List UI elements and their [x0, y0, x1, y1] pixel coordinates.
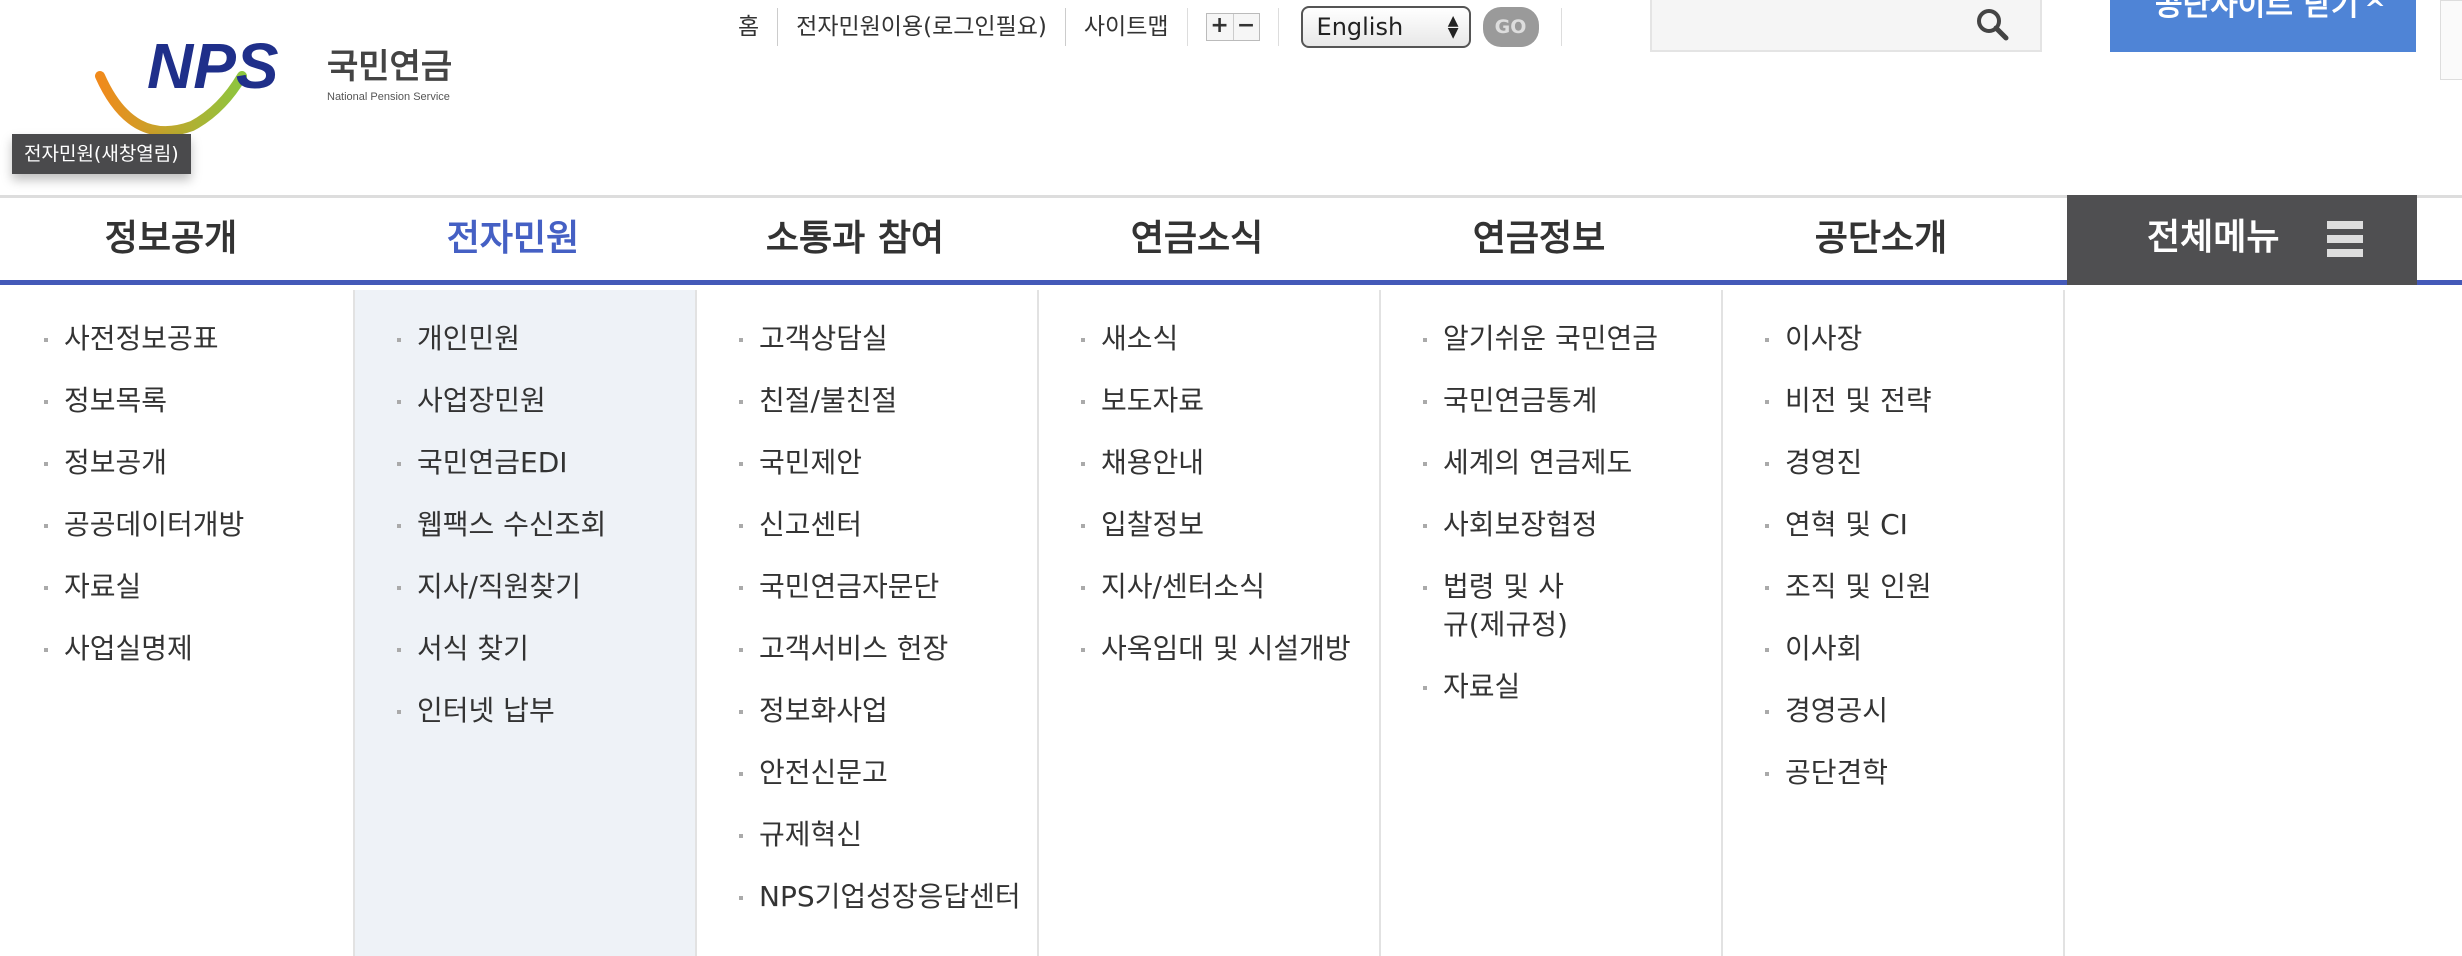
submenu-item[interactable]: 알기쉬운 국민연금	[1423, 320, 1721, 358]
submenu-item[interactable]: 사회보장협정	[1423, 506, 1721, 544]
divider	[1560, 8, 1562, 46]
caret-up-icon: ^	[2364, 0, 2386, 25]
submenu-item[interactable]: 개인민원	[397, 320, 695, 358]
submenu-item[interactable]: NPS기업성장응답센터	[739, 878, 1037, 916]
close-site-label: 공단사이트 닫기	[2155, 0, 2359, 23]
svg-text:National Pension Service: National Pension Service	[327, 91, 450, 103]
nav-item-about[interactable]: 공단소개	[1710, 198, 2052, 280]
submenu-item[interactable]: 이사회	[1765, 630, 2063, 668]
submenu-item[interactable]: 비전 및 전략	[1765, 382, 2063, 420]
submenu-item[interactable]: 세계의 연금제도	[1423, 444, 1721, 482]
nav-item-e-civil[interactable]: 전자민원	[342, 198, 684, 280]
submenu-item[interactable]: 국민연금EDI	[397, 444, 695, 482]
nav-item-news[interactable]: 연금소식	[1026, 198, 1368, 280]
submenu-item[interactable]: 국민연금자문단	[739, 568, 1037, 606]
submenu-item[interactable]: 지사/직원찾기	[397, 568, 695, 606]
submenu-item[interactable]: 정보화사업	[739, 692, 1037, 730]
zoom-in-button[interactable]: +	[1206, 14, 1233, 40]
nav-item-info-disclosure[interactable]: 정보공개	[0, 198, 342, 280]
submenu-item[interactable]: 안전신문고	[739, 754, 1037, 792]
submenu-item[interactable]: 친절/불친절	[739, 382, 1037, 420]
submenu-item[interactable]: 고객서비스 헌장	[739, 630, 1037, 668]
all-menu-button[interactable]: 전체메뉴	[2067, 195, 2417, 285]
submenu-item[interactable]: 신고센터	[739, 506, 1037, 544]
submenu-column: 개인민원사업장민원국민연금EDI 웹팩스 수신조회지사/직원찾기서식 찾기인터넷 …	[355, 290, 697, 956]
main-nav: 정보공개 전자민원 소통과 참여 연금소식 연금정보 공단소개 전체메뉴	[0, 195, 2462, 285]
submenu-item[interactable]: 조직 및 인원	[1765, 568, 2063, 606]
tooltip: 전자민원(새창열림)	[12, 134, 191, 174]
submenu-item[interactable]: 사전정보공표	[44, 320, 353, 358]
utility-links: 홈 전자민원이용(로그인필요) 사이트맵 + − English ▲ ▼ GO	[720, 6, 1562, 48]
nps-logo-image: NPS 국민연금 National Pension Service	[95, 30, 452, 137]
submenu-column: 알기쉬운 국민연금국민연금통계세계의 연금제도사회보장협정법령 및 사규(제규정…	[1381, 290, 1723, 956]
search-icon[interactable]	[1974, 6, 2010, 42]
svg-text:NPS: NPS	[147, 30, 279, 102]
submenu-item[interactable]: 입찰정보	[1081, 506, 1379, 544]
submenu-item[interactable]: 정보목록	[44, 382, 353, 420]
submenu-item[interactable]: 자료실	[1423, 668, 1721, 706]
submenu-item[interactable]: 공공데이터개방	[44, 506, 353, 544]
submenu-column: 사전정보공표정보목록정보공개공공데이터개방자료실사업실명제	[0, 290, 355, 956]
submenu-item[interactable]: 고객상담실	[739, 320, 1037, 358]
hamburger-icon	[2327, 221, 2363, 257]
submenu-item[interactable]: 사업장민원	[397, 382, 695, 420]
e-civil-link[interactable]: 전자민원이용(로그인필요)	[777, 8, 1065, 46]
submenu-item[interactable]: 새소식	[1081, 320, 1379, 358]
close-site-button[interactable]: 공단사이트 닫기 ^	[2110, 0, 2416, 52]
submenu-item[interactable]: 연혁 및 CI	[1765, 506, 2063, 544]
search-input[interactable]	[1650, 0, 2042, 52]
submenu-item[interactable]: 경영공시	[1765, 692, 2063, 730]
sitemap-link[interactable]: 사이트맵	[1064, 8, 1187, 46]
mega-menu: 사전정보공표 정보목록 정보공개 공공데이터개방 자료실 사업실명제 개인민원 사업장민원 국민…	[0, 290, 2462, 956]
submenu-item[interactable]: 웹팩스 수신조회	[397, 506, 695, 544]
language-selected: English	[1316, 13, 1404, 41]
home-link[interactable]: 홈	[720, 8, 777, 46]
submenu-item[interactable]: 채용안내	[1081, 444, 1379, 482]
submenu-column: 새소식보도자료채용안내입찰정보지사/센터소식사옥임대 및 시설개방	[1039, 290, 1381, 956]
font-zoom-controls: + −	[1205, 13, 1260, 41]
go-button[interactable]: GO	[1482, 7, 1539, 47]
submenu-item[interactable]: 인터넷 납부	[397, 692, 695, 730]
submenu-item[interactable]: 경영진	[1765, 444, 2063, 482]
svg-text:국민연금: 국민연금	[327, 47, 452, 87]
submenu-column: 이사장비전 및 전략경영진연혁 및 CI 조직 및 인원이사회경영공시공단견학	[1723, 290, 2065, 956]
submenu-item[interactable]: 서식 찾기	[397, 630, 695, 668]
divider	[1186, 8, 1188, 46]
all-menu-label: 전체메뉴	[2147, 217, 2280, 258]
submenu-item[interactable]: 국민연금통계	[1423, 382, 1721, 420]
submenu-item[interactable]: 공단견학	[1765, 754, 2063, 792]
submenu-item[interactable]: 국민제안	[739, 444, 1037, 482]
side-widget[interactable]	[2440, 0, 2462, 80]
submenu-item[interactable]: 사업실명제	[44, 630, 353, 668]
language-select[interactable]: English ▲ ▼	[1300, 6, 1471, 48]
submenu-item[interactable]: 자료실	[44, 568, 353, 606]
zoom-out-button[interactable]: −	[1232, 14, 1259, 40]
submenu-item[interactable]: 규제혁신	[739, 816, 1037, 854]
submenu-item[interactable]: 사옥임대 및 시설개방	[1081, 630, 1379, 668]
submenu-item[interactable]: 이사장	[1765, 320, 2063, 358]
nav-item-pension-info[interactable]: 연금정보	[1368, 198, 1710, 280]
submenu-item[interactable]: 정보공개	[44, 444, 353, 482]
submenu-item[interactable]: 법령 및 사규(제규정)	[1423, 568, 1573, 644]
submenu-column-empty	[2065, 290, 2415, 956]
submenu-item[interactable]: 보도자료	[1081, 382, 1379, 420]
submenu-column: 고객상담실친절/불친절국민제안신고센터국민연금자문단고객서비스 헌장정보화사업안…	[697, 290, 1039, 956]
nav-item-communication[interactable]: 소통과 참여	[684, 198, 1026, 280]
divider	[1277, 8, 1279, 46]
select-arrows-icon: ▲ ▼	[1447, 13, 1459, 41]
nps-logo[interactable]: NPS 국민연금 National Pension Service	[92, 28, 512, 148]
submenu-item[interactable]: 지사/센터소식	[1081, 568, 1379, 606]
